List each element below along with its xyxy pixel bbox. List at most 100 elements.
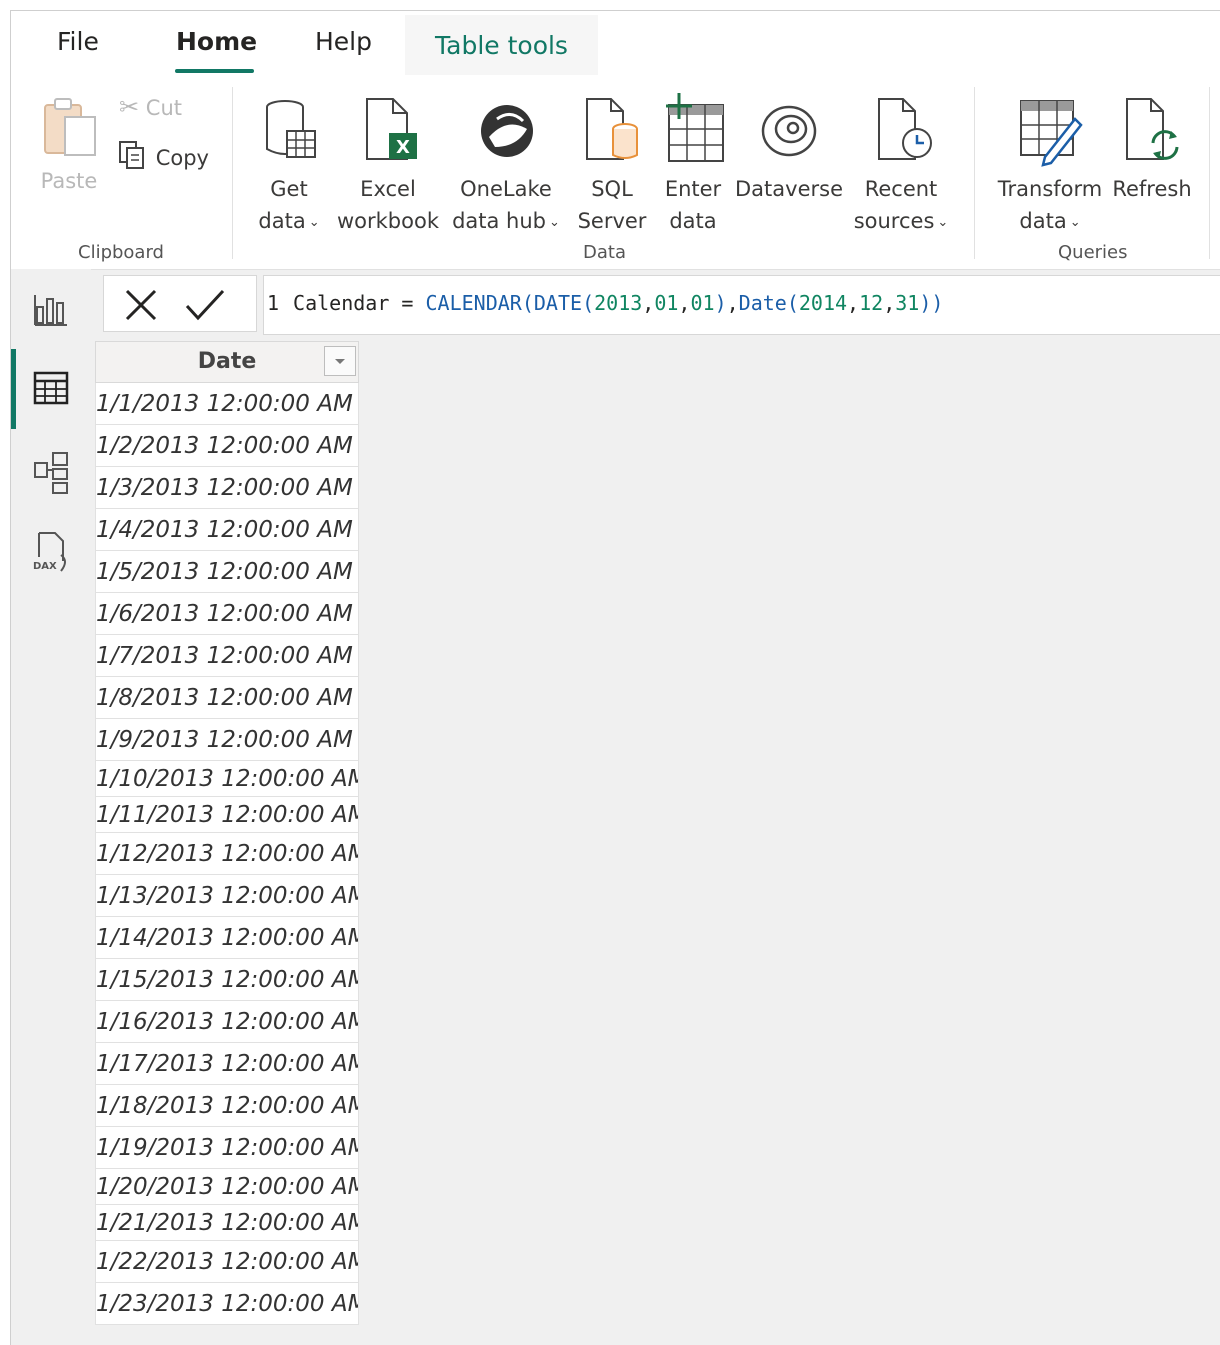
excel-label-line2: workbook [336, 209, 439, 233]
group-divider [974, 87, 975, 259]
table-view-icon [33, 371, 69, 405]
formula-number: 2013 [594, 291, 643, 315]
scissors-icon: ✂ [119, 93, 140, 121]
excel-label-line1: Excel [360, 177, 416, 201]
sql-label-line2: Server [577, 209, 647, 233]
chevron-down-icon: ⌄ [937, 215, 949, 230]
view-rail: DAX [11, 269, 91, 1345]
enter-data-label-line1: Enter [664, 177, 722, 201]
queries-group-label: Queries [1058, 242, 1128, 263]
app-window: File Home Help Table tools Paste ✂ Cut C… [10, 10, 1220, 1345]
formula-equals: = [401, 291, 414, 315]
dataverse-label: Dataverse [735, 177, 843, 201]
enter-data-label-line2: data [669, 209, 717, 233]
table-row[interactable]: 1/12/2013 12:00:00 AM [95, 833, 359, 875]
active-tab-indicator [175, 69, 254, 73]
table-body: 1/1/2013 12:00:00 AM 1/2/2013 12:00:00 A… [95, 383, 359, 1325]
recent-sources-icon [878, 98, 932, 160]
dataverse-icon [761, 105, 817, 157]
get-data-label-line2: data [258, 209, 306, 233]
formula-paren: ( [582, 291, 595, 315]
dax-query-view-button[interactable]: DAX [25, 527, 77, 579]
table-row[interactable]: 1/14/2013 12:00:00 AM [95, 917, 359, 959]
table-row[interactable]: 1/6/2013 12:00:00 AM [95, 593, 359, 635]
sql-label-line1: SQL [591, 177, 633, 201]
dropdown-arrow-icon [335, 359, 345, 364]
group-divider [232, 87, 233, 259]
data-table: Date 1/1/2013 12:00:00 AM 1/2/2013 12:00… [95, 341, 359, 1325]
formula-comma: , [883, 291, 896, 315]
table-row[interactable]: 1/2/2013 12:00:00 AM [95, 425, 359, 467]
table-row[interactable]: 1/15/2013 12:00:00 AM [95, 959, 359, 1001]
table-row[interactable]: 1/22/2013 12:00:00 AM [95, 1241, 359, 1283]
formula-input[interactable]: 1 Calendar = CALENDAR(DATE(2013,01,01),Da… [263, 275, 1220, 335]
cancel-formula-icon[interactable] [124, 288, 158, 322]
recent-sources-button[interactable]: Recent sources ⌄ [845, 97, 957, 237]
table-row[interactable]: 1/19/2013 12:00:00 AM [95, 1127, 359, 1169]
dataverse-button[interactable]: Dataverse [733, 97, 845, 237]
cut-label: Cut [145, 96, 183, 120]
sql-server-button[interactable]: SQL Server [573, 97, 651, 237]
table-row[interactable]: 1/7/2013 12:00:00 AM [95, 635, 359, 677]
paste-icon [44, 98, 96, 156]
onelake-icon [481, 105, 533, 157]
paste-label: Paste [40, 169, 98, 193]
table-row[interactable]: 1/13/2013 12:00:00 AM [95, 875, 359, 917]
formula-number: 2014 [798, 291, 848, 315]
table-row[interactable]: 1/11/2013 12:00:00 AM [95, 797, 359, 833]
refresh-button[interactable]: Refresh [1109, 97, 1195, 237]
transform-data-icon [1020, 100, 1083, 167]
table-row[interactable]: 1/17/2013 12:00:00 AM [95, 1043, 359, 1085]
onelake-data-hub-button[interactable]: OneLake data hub ⌄ [447, 97, 565, 237]
ribbon-tabs: File Home Help Table tools [11, 11, 1220, 77]
sql-server-icon [586, 98, 638, 160]
excel-workbook-button[interactable]: X Excel workbook [333, 97, 443, 237]
enter-data-button[interactable]: Enter data [655, 91, 731, 237]
recent-label-line2: sources [853, 209, 935, 233]
copy-button[interactable]: Copy [117, 139, 227, 175]
tab-file[interactable]: File [57, 27, 99, 56]
transform-data-button[interactable]: Transform data ⌄ [991, 97, 1109, 237]
table-row[interactable]: 1/18/2013 12:00:00 AM [95, 1085, 359, 1127]
table-row[interactable]: 1/8/2013 12:00:00 AM [95, 677, 359, 719]
ribbon: Paste ✂ Cut Copy Clipboard Get data ⌄ X … [11, 77, 1220, 270]
table-view-button[interactable] [25, 363, 77, 415]
table-row[interactable]: 1/9/2013 12:00:00 AM [95, 719, 359, 761]
excel-icon: X [366, 98, 417, 160]
cut-button[interactable]: ✂ Cut [119, 91, 219, 127]
formula-number: 12 [859, 291, 884, 315]
get-data-button[interactable]: Get data ⌄ [249, 97, 329, 237]
tab-help[interactable]: Help [315, 27, 372, 56]
column-header-date[interactable]: Date [95, 341, 359, 383]
table-row[interactable]: 1/1/2013 12:00:00 AM [95, 383, 359, 425]
formula-paren: ) [714, 291, 727, 315]
formula-comma: , [847, 291, 860, 315]
copy-label: Copy [155, 146, 209, 170]
table-row[interactable]: 1/16/2013 12:00:00 AM [95, 1001, 359, 1043]
onelake-label-line2: data hub [452, 209, 547, 233]
column-filter-button[interactable] [324, 346, 356, 376]
copy-icon [119, 141, 144, 169]
table-row[interactable]: 1/23/2013 12:00:00 AM [95, 1283, 359, 1325]
database-icon [266, 100, 316, 158]
data-group-label: Data [583, 242, 626, 263]
chevron-down-icon: ⌄ [1069, 215, 1081, 230]
table-row[interactable]: 1/21/2013 12:00:00 AM [95, 1205, 359, 1241]
refresh-icon [1126, 98, 1179, 160]
commit-formula-icon[interactable] [184, 288, 226, 322]
report-view-button[interactable] [25, 281, 77, 333]
get-data-label-line1: Get [270, 177, 308, 201]
formula-number: 01 [654, 291, 679, 315]
table-row[interactable]: 1/10/2013 12:00:00 AM [95, 761, 359, 797]
formula-number: 01 [690, 291, 715, 315]
table-row[interactable]: 1/4/2013 12:00:00 AM [95, 509, 359, 551]
tab-home[interactable]: Home [176, 27, 257, 56]
formula-function: CALENDAR [425, 291, 522, 315]
table-row[interactable]: 1/5/2013 12:00:00 AM [95, 551, 359, 593]
table-row[interactable]: 1/20/2013 12:00:00 AM [95, 1169, 359, 1205]
table-row[interactable]: 1/3/2013 12:00:00 AM [95, 467, 359, 509]
formula-function: DATE [533, 291, 583, 315]
tab-table-tools[interactable]: Table tools [405, 15, 598, 75]
model-view-button[interactable] [25, 445, 77, 497]
paste-button[interactable]: Paste [29, 95, 109, 205]
